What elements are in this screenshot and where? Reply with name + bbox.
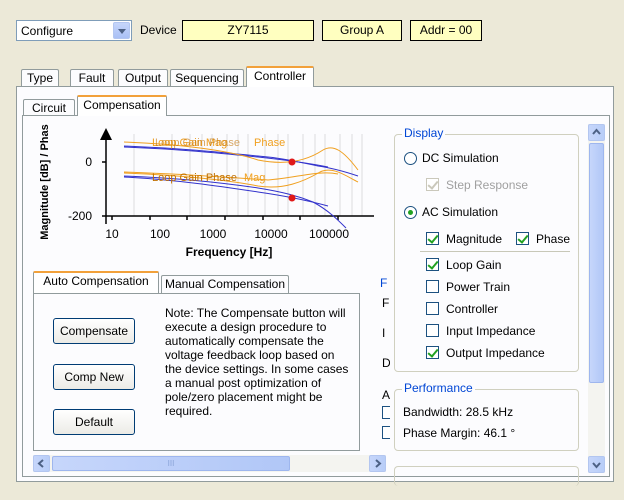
- phase-margin-value: Phase Margin: 46.1 °: [403, 426, 516, 440]
- next-group-edge: [394, 466, 579, 486]
- input-impedance-checkbox[interactable]: [426, 324, 439, 337]
- power-train-label: Power Train: [446, 280, 511, 294]
- bode-plot-svg: Loop Gain Mag Loop Gain Phase Phase Loop…: [39, 124, 374, 259]
- device-field[interactable]: ZY7115: [182, 20, 314, 41]
- device-label: Device: [140, 23, 177, 37]
- vertical-scroll-thumb[interactable]: [589, 143, 604, 383]
- default-button[interactable]: Default: [53, 409, 135, 435]
- phase-checkbox[interactable]: [516, 232, 529, 245]
- hidden-frame-letter-i: I: [382, 326, 386, 340]
- performance-group-title: Performance: [402, 381, 475, 395]
- ac-simulation-radio[interactable]: [404, 206, 417, 219]
- tab-sequencing[interactable]: Sequencing: [170, 69, 244, 87]
- step-response-label: Step Response: [446, 178, 529, 192]
- input-impedance-label: Input Impedance: [446, 324, 536, 338]
- chevron-down-icon: [592, 462, 601, 469]
- tab-fault[interactable]: Fault: [70, 69, 114, 87]
- group-field[interactable]: Group A: [322, 20, 402, 41]
- scroll-up-button[interactable]: [588, 124, 605, 141]
- x-axis-label: Frequency [Hz]: [186, 245, 273, 259]
- chevron-up-icon: [592, 128, 601, 135]
- legend-loop-gain-phase: Loop Gain Phase: [152, 172, 237, 184]
- y-axis-label: Magnitude [dB] / Phas: [39, 124, 51, 240]
- tab-output[interactable]: Output: [118, 69, 168, 87]
- legend-mag-bottom: Mag: [244, 172, 265, 184]
- tab-compensation[interactable]: Compensation: [77, 95, 167, 116]
- vertical-scrollbar[interactable]: [588, 124, 605, 473]
- output-impedance-label: Output Impedance: [446, 346, 545, 360]
- hidden-frame-letter-f: F: [382, 296, 390, 310]
- performance-group: [394, 389, 579, 451]
- x-tick-100: 100: [150, 227, 170, 241]
- device-toolbar: Configure Device ZY7115 Group A Addr = 0…: [0, 0, 624, 54]
- controller-label: Controller: [446, 302, 499, 316]
- mode-value: Configure: [21, 24, 74, 38]
- comp-new-button[interactable]: Comp New: [53, 364, 135, 390]
- loop-gain-label: Loop Gain: [446, 258, 502, 272]
- step-response-checkbox[interactable]: [426, 178, 439, 191]
- address-field[interactable]: Addr = 00: [410, 20, 482, 41]
- magnitude-checkbox[interactable]: [426, 232, 439, 245]
- x-tick-100000: 100000: [309, 227, 349, 241]
- compensate-note: Note: The Compensate button will execute…: [165, 306, 349, 418]
- bandwidth-value: Bandwidth: 28.5 kHz: [403, 405, 514, 419]
- compensate-button[interactable]: Compensate: [53, 318, 135, 344]
- magnitude-crossover-marker: [288, 158, 296, 166]
- x-tick-10000: 10000: [254, 227, 288, 241]
- power-train-checkbox[interactable]: [426, 280, 439, 293]
- hidden-frame-title: F: [380, 276, 388, 290]
- display-divider: [420, 251, 570, 252]
- x-tick-1000: 1000: [200, 227, 227, 241]
- magnitude-label: Magnitude: [446, 232, 503, 246]
- loop-gain-checkbox[interactable]: [426, 258, 439, 271]
- dc-simulation-radio[interactable]: [404, 152, 417, 165]
- chevron-down-icon[interactable]: [113, 22, 130, 39]
- output-impedance-checkbox[interactable]: [426, 346, 439, 359]
- phase-label: Phase: [536, 232, 571, 246]
- controller-checkbox[interactable]: [426, 302, 439, 315]
- phase-margin-marker: [288, 194, 296, 202]
- horizontal-scrollbar[interactable]: III: [33, 455, 386, 472]
- chevron-right-icon: [375, 459, 382, 468]
- scroll-right-button[interactable]: [369, 455, 386, 472]
- tab-manual-compensation[interactable]: Manual Compensation: [161, 275, 289, 294]
- tab-type[interactable]: Type: [21, 69, 59, 87]
- legend-phase-top: Phase: [254, 137, 285, 149]
- legend-loop-gain-phase-top: Loop Gain Phase: [155, 137, 240, 149]
- bode-plot: Loop Gain Mag Loop Gain Phase Phase Loop…: [28, 120, 378, 268]
- scroll-down-button[interactable]: [588, 456, 605, 473]
- hidden-frame-letter-a: A: [382, 388, 391, 402]
- x-tick-10: 10: [105, 227, 119, 241]
- chevron-left-icon: [37, 459, 44, 468]
- scroll-left-button[interactable]: [33, 455, 50, 472]
- horizontal-scroll-thumb[interactable]: III: [52, 456, 290, 471]
- ac-simulation-label: AC Simulation: [422, 205, 499, 219]
- y-tick-0: 0: [85, 155, 92, 169]
- y-tick-minus-200: -200: [68, 209, 92, 223]
- mode-dropdown[interactable]: Configure: [16, 20, 132, 41]
- tab-controller[interactable]: Controller: [246, 66, 314, 87]
- display-group-title: Display: [402, 126, 446, 140]
- tab-auto-compensation[interactable]: Auto Compensation: [33, 271, 159, 293]
- dc-simulation-label: DC Simulation: [422, 151, 499, 165]
